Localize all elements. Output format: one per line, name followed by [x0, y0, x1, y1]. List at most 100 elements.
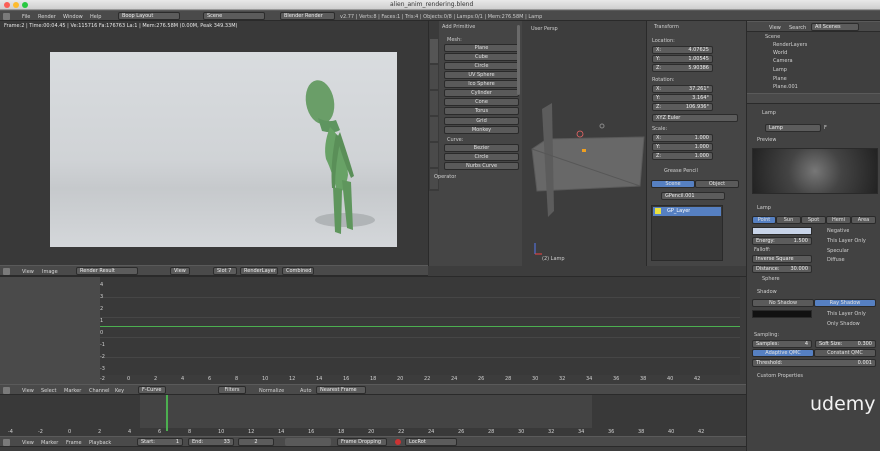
falloff-selector[interactable]: Inverse Square [752, 255, 812, 263]
close-window-icon[interactable] [4, 2, 10, 8]
transform-panel-title[interactable]: Transform [654, 24, 679, 30]
add-cube-button[interactable]: Cube [444, 53, 519, 61]
shadow-this-layer-only-checkbox[interactable]: This Layer Only [827, 311, 866, 317]
editor-type-icon[interactable] [3, 439, 10, 446]
scale-y-field[interactable]: Y: 1.000 [652, 143, 713, 151]
lamp-datablock-field[interactable]: Lamp [765, 124, 821, 132]
outliner-item-lamp[interactable]: Lamp [773, 67, 787, 73]
end-frame-field[interactable]: End: 33 [188, 438, 234, 446]
graph-menu-marker[interactable]: Marker [64, 388, 81, 394]
scene-selector[interactable]: Scene [203, 12, 265, 20]
graph-menu-view[interactable]: View [22, 388, 34, 394]
tab-create[interactable] [430, 39, 438, 63]
samples-field[interactable]: Samples: 4 [752, 340, 812, 348]
outliner-filter-selector[interactable]: All Scenes [811, 23, 859, 31]
minimize-window-icon[interactable] [13, 2, 19, 8]
custom-properties-panel-title[interactable]: Custom Properties [757, 373, 803, 379]
lamp-type-sun[interactable]: Sun [776, 216, 801, 224]
start-frame-field[interactable]: Start: 1 [137, 438, 183, 446]
add-cone-button[interactable]: Cone [444, 98, 519, 106]
outliner-menu-view[interactable]: View [769, 25, 781, 31]
energy-field[interactable]: Energy: 1.500 [752, 237, 812, 245]
add-bezier-button[interactable]: Bezier [444, 144, 519, 152]
render-engine-selector[interactable]: Blender Render [280, 12, 335, 20]
timeline-menu-playback[interactable]: Playback [89, 440, 111, 446]
render-layer-selector[interactable]: RenderLayer [240, 267, 278, 275]
tool-shelf-scrollbar[interactable] [517, 25, 520, 95]
menu-render[interactable]: Render [38, 14, 56, 20]
rotation-y-field[interactable]: Y: 3.164° [652, 94, 713, 102]
normalize-checkbox[interactable]: Normalize [259, 388, 284, 394]
negative-checkbox[interactable]: Negative [827, 228, 849, 234]
add-curve-circle-button[interactable]: Circle [444, 153, 519, 161]
sphere-checkbox[interactable]: Sphere [762, 276, 780, 282]
shadow-panel-title[interactable]: Shadow [757, 289, 777, 295]
graph-mode-selector[interactable]: F-Curve [138, 386, 166, 394]
graph-editor[interactable]: 4 3 2 1 0 -1 -2 -3 -2 0 2 4 6 8 10 12 14 16 18 20 22… [0, 276, 746, 385]
playback-controls[interactable] [285, 438, 331, 446]
graph-canvas[interactable] [100, 277, 740, 375]
tab-tools[interactable] [430, 65, 438, 89]
view-selector[interactable]: View [170, 267, 190, 275]
soft-size-field[interactable]: Soft Size: 0.300 [815, 340, 876, 348]
scale-x-field[interactable]: X: 1.000 [652, 134, 713, 142]
add-grid-button[interactable]: Grid [444, 117, 519, 125]
diffuse-checkbox[interactable]: Diffuse [827, 257, 845, 263]
fake-user-toggle[interactable]: F [824, 125, 827, 131]
current-frame-field[interactable]: 2 [238, 438, 274, 446]
distance-field[interactable]: Distance: 30.000 [752, 265, 812, 273]
tab-relations[interactable] [430, 91, 438, 115]
zoom-window-icon[interactable] [22, 2, 28, 8]
tab-physics[interactable] [430, 143, 438, 167]
menu-image[interactable]: Image [42, 269, 58, 275]
timeline-menu-view[interactable]: View [22, 440, 34, 446]
location-z-field[interactable]: Z: 5.90386 [652, 64, 713, 72]
editor-type-icon[interactable] [3, 13, 10, 20]
lamp-panel-title[interactable]: Lamp [757, 205, 771, 211]
menu-help[interactable]: Help [90, 14, 101, 20]
snap-selector[interactable]: Nearest Frame [316, 386, 366, 394]
graph-menu-select[interactable]: Select [41, 388, 56, 394]
slot-selector[interactable]: Slot 7 [213, 267, 237, 275]
gp-scene-button[interactable]: Scene [651, 180, 695, 188]
outliner-item-renderlayers[interactable]: RenderLayers [773, 42, 807, 48]
rotation-x-field[interactable]: X: 37.261° [652, 85, 713, 93]
outliner-item-plane-001[interactable]: Plane.001 [773, 84, 798, 90]
filters-button[interactable]: Filters [218, 386, 246, 394]
location-x-field[interactable]: X: 4.07625 [652, 46, 713, 54]
add-circle-button[interactable]: Circle [444, 62, 519, 70]
add-torus-button[interactable]: Torus [444, 107, 519, 115]
this-layer-only-checkbox[interactable]: This Layer Only [827, 238, 866, 244]
rotation-mode-selector[interactable]: XYZ Euler [652, 114, 738, 122]
lamp-color-swatch[interactable] [752, 227, 812, 235]
shadow-color-swatch[interactable] [752, 310, 812, 318]
gp-object-button[interactable]: Object [695, 180, 739, 188]
editor-type-icon[interactable] [3, 387, 10, 394]
gp-layer-row[interactable]: GP_Layer [653, 207, 721, 216]
tab-animation[interactable] [430, 117, 438, 141]
lamp-type-spot[interactable]: Spot [801, 216, 826, 224]
scale-z-field[interactable]: Z: 1.000 [652, 152, 713, 160]
layout-selector[interactable]: Boop Layout [118, 12, 180, 20]
adaptive-qmc-button[interactable]: Adaptive QMC [752, 349, 814, 357]
image-selector[interactable]: Render Result [76, 267, 138, 275]
constant-qmc-button[interactable]: Constant QMC [814, 349, 876, 357]
operator-panel-title[interactable]: Operator [434, 174, 456, 180]
outliner-item-camera[interactable]: Camera [773, 58, 793, 64]
current-frame-indicator[interactable] [166, 395, 168, 431]
timeline-menu-frame[interactable]: Frame [66, 440, 82, 446]
no-shadow-button[interactable]: No Shadow [752, 299, 814, 307]
add-monkey-button[interactable]: Monkey [444, 126, 519, 134]
ray-shadow-button[interactable]: Ray Shadow [814, 299, 876, 307]
sync-mode-selector[interactable]: Frame Dropping [337, 438, 387, 446]
add-uv-sphere-button[interactable]: UV Sphere [444, 71, 519, 79]
lamp-type-area[interactable]: Area [851, 216, 876, 224]
add-cylinder-button[interactable]: Cylinder [444, 89, 519, 97]
grease-pencil-panel-title[interactable]: Grease Pencil [664, 168, 698, 174]
f-curve-line[interactable] [100, 326, 740, 327]
outliner-item-plane[interactable]: Plane [773, 76, 787, 82]
add-nurbs-curve-button[interactable]: Nurbs Curve [444, 162, 519, 170]
3d-viewport[interactable]: User Persp (2) Lamp [522, 21, 646, 266]
render-image-editor[interactable]: Frame:2 | Time:00:04.45 | Ve:115716 Fa:1… [0, 21, 428, 276]
location-y-field[interactable]: Y: 1.00545 [652, 55, 713, 63]
